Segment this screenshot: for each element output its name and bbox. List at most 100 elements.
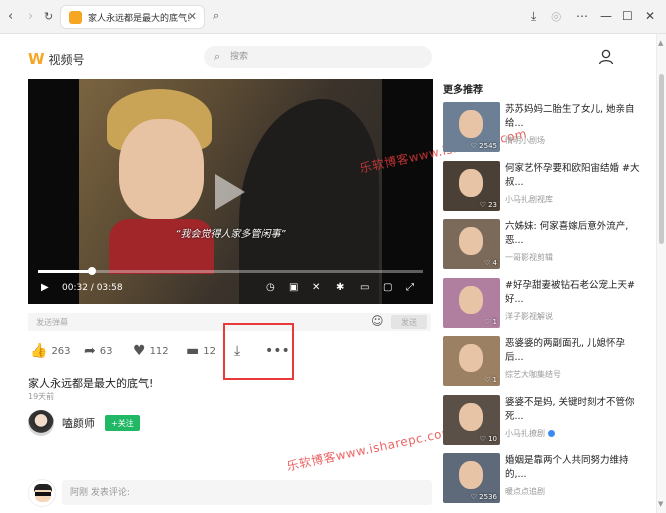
speed-icon[interactable]: ◷ [266,282,275,293]
heart-icon: ♥ [133,343,146,359]
site-name: 视频号 [48,52,85,67]
maximize-icon[interactable]: ☐ [622,9,633,23]
comment-box [62,480,432,505]
recommendation-author[interactable]: 暖点点追剧 [505,486,545,497]
search-bar[interactable]: ⌕ [204,46,432,68]
recommendation-thumbnail[interactable]: ♡ 23 [443,160,500,211]
scroll-down-icon[interactable]: ▼ [658,500,663,508]
thumbnail-figure [459,227,483,255]
recommendation-title[interactable]: 何家艺怀孕要和欧阳宙结婚 #大叔... [505,162,643,190]
recommendation-item[interactable]: ♡ 1 #好孕甜妻被钻石老公宠上天#好... 洋子影视解说 [443,277,643,337]
search-icon: ⌕ [214,50,221,63]
like-button[interactable]: 👍 263 [30,343,71,359]
recommendation-thumbnail[interactable]: ♡ 2545 [443,102,500,152]
forward-icon[interactable]: › [28,9,33,24]
recommendation-thumbnail[interactable]: ♡ 4 [443,219,500,269]
recommendation-author-name: 小马扎剧视库 [505,194,553,204]
recommendation-author[interactable]: 小马扎剧视库 [505,194,553,205]
browser-tab[interactable]: 家人永远都是最大的底气! ✕ [60,5,205,29]
thumbs-up-icon: 👍 [30,343,48,359]
recommendation-item[interactable]: ♡ 4 六姊妹: 何家喜嫁后意外流产, 恶... 一哥影视剪辑 [443,219,643,278]
recommendation-author[interactable]: 小马扎撩剧 [505,428,555,439]
publish-time: 19天前 [28,392,55,401]
recommendation-author-name: 一哥影视剪辑 [505,253,553,262]
progress-knob[interactable] [87,267,96,275]
thumbnail-figure [459,110,483,138]
tab-close-icon[interactable]: ✕ [188,10,197,23]
recommendation-title[interactable]: 恶婆婆的两副面孔, 儿媳怀孕后... [505,337,643,365]
recommendation-author-name: 小马扎撩剧 [505,428,545,438]
play-overlay-icon[interactable] [215,174,245,210]
favorite-button[interactable]: ♥ 112 [133,343,169,359]
danmaku-toggle-icon[interactable]: ▣ [289,282,298,293]
user-icon[interactable] [597,48,615,66]
recommendation-item[interactable]: ♡ 2536 婚姻是靠两个人共同努力维持的,... 暖点点追剧 [443,453,643,512]
recommendation-item[interactable]: ♡ 1 恶婆婆的两副面孔, 儿媳怀孕后... 综艺大咖集结号 [443,336,643,395]
my-avatar[interactable] [28,479,56,507]
recommendation-item[interactable]: ♡ 10 婆婆不是妈, 关键时刻才不管你死... 小马扎撩剧 [443,394,643,454]
video-subtitle: “我会觉得人家多管闲事” [175,229,286,240]
settings-icon[interactable]: ✱ [336,282,344,293]
page-scrollbar[interactable]: ▲ ▼ [656,34,666,513]
follow-button[interactable]: +关注 [105,415,140,431]
comment-input[interactable] [70,485,420,500]
download-icon[interactable]: ⤓ [531,9,536,24]
tab-search-icon[interactable]: ⌕ [213,9,219,23]
scrollbar-thumb[interactable] [659,74,664,244]
recommendation-author[interactable]: 洋子影视解说 [505,311,553,322]
recommendation-title[interactable]: 婆婆不是妈, 关键时刻才不管你死... [505,396,643,424]
recommendation-like-count: ♡ 1 [484,317,497,326]
progress-bar[interactable] [38,267,423,275]
fullscreen-icon[interactable]: ⤢ [406,282,414,293]
recommendation-item[interactable]: ♡ 23 何家艺怀孕要和欧阳宙结婚 #大叔... 小马扎剧视库 [443,160,643,220]
emoji-icon[interactable]: ☺ [371,314,384,328]
recommendation-like-count: ♡ 23 [479,200,497,209]
author-row: 嗑颜师 +关注 [28,410,140,436]
recommendation-like-count: ♡ 1 [484,376,497,384]
progress-fill [38,270,92,273]
more-icon[interactable]: ⋯ [576,9,588,23]
recommendation-like-count: ♡ 4 [484,259,497,267]
author-avatar[interactable] [28,410,54,436]
send-danmaku-button[interactable]: 发送 [391,315,427,329]
video-player[interactable]: “我会觉得人家多管闲事” ▶ 00:32 / 03:58 ◷ ▣ ✕ ✱ ▭ ▢… [28,79,433,304]
pip-icon[interactable]: ▢ [383,282,392,293]
channels-logo-icon: W [28,50,45,68]
reload-icon[interactable]: ↻ [44,10,53,23]
recommendation-author[interactable]: 综艺大咖集结号 [505,369,561,380]
comment-icon: ▬ [186,343,200,359]
recommendation-thumbnail[interactable]: ♡ 1 [443,277,500,328]
cast-icon[interactable]: ▭ [360,282,369,293]
recommendation-author[interactable]: 一哥影视剪辑 [505,252,553,263]
recommendation-item[interactable]: ♡ 2545 苏苏妈妈二胎生了女儿, 她亲自给... 情明小剧场 [443,102,643,161]
recommendation-title[interactable]: #好孕甜妻被钻石老公宠上天#好... [505,279,643,307]
share-icon: ➦ [84,343,96,359]
close-window-icon[interactable]: ✕ [645,9,655,23]
minimize-icon[interactable]: — [600,9,612,23]
recommendation-title[interactable]: 婚姻是靠两个人共同努力维持的,... [505,454,643,482]
recommendation-author-name: 综艺大咖集结号 [505,370,561,379]
comment-count: 12 [203,345,216,357]
mute-icon[interactable]: ✕ [312,282,320,293]
share-button[interactable]: ➦ 63 [84,343,112,359]
comment-button[interactable]: ▬ 12 [186,343,216,359]
recommendation-thumbnail[interactable]: ♡ 1 [443,336,500,386]
watermark: 乐软博客www.isharepc.com [285,424,456,474]
recommendation-title[interactable]: 苏苏妈妈二胎生了女儿, 她亲自给... [505,103,643,131]
search-input[interactable] [230,49,425,65]
recommendation-like-count: ♡ 10 [479,434,497,443]
recommendation-thumbnail[interactable]: ♡ 10 [443,394,500,445]
danmaku-input[interactable] [36,315,356,329]
avatar-glasses [35,492,51,496]
scroll-up-icon[interactable]: ▲ [658,39,663,47]
recommendation-thumbnail[interactable]: ♡ 2536 [443,453,500,503]
playback-time: 00:32 / 03:58 [62,283,123,293]
verified-icon [548,429,555,437]
site-logo[interactable]: W 视频号 [28,50,85,68]
recommendation-author[interactable]: 情明小剧场 [505,135,545,146]
recommendation-title[interactable]: 六姊妹: 何家喜嫁后意外流产, 恶... [505,220,643,248]
play-icon[interactable]: ▶ [41,282,49,293]
author-name[interactable]: 嗑颜师 [62,415,95,431]
back-icon[interactable]: ‹ [8,9,13,24]
globe-icon[interactable]: ◎ [551,9,561,23]
